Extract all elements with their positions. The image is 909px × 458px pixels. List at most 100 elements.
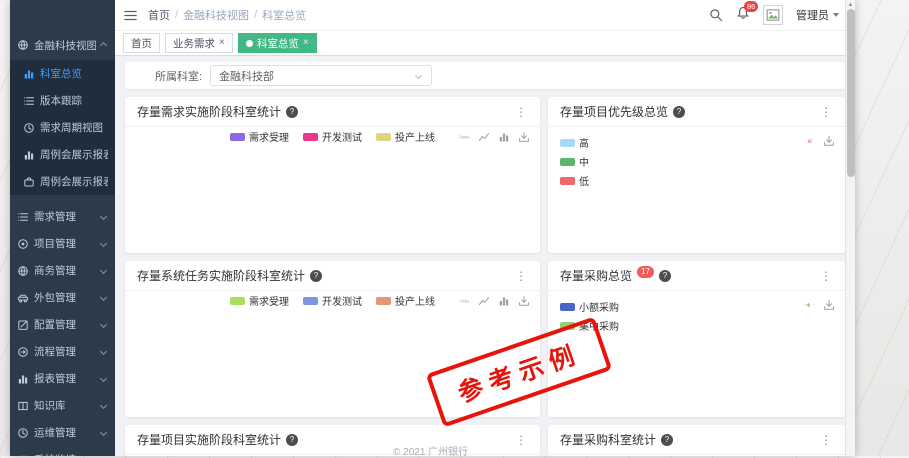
chart-toolbox: 010203040506070数量数据管理室121核心业务开发室62222渠道业…: [458, 131, 530, 143]
svg-text:数量: 数量: [458, 135, 459, 137]
line-chart-toggle-icon[interactable]: [478, 295, 490, 307]
legend-item-开发测试[interactable]: 开发测试: [303, 293, 362, 308]
bar-chart-toggle-icon[interactable]: [498, 295, 510, 307]
chevron-down-icon: [100, 267, 107, 274]
chevron-up-icon: [100, 41, 107, 48]
chevron-down-icon: [100, 348, 107, 355]
svg-text:28: 28: [469, 300, 470, 301]
help-icon[interactable]: ?: [661, 434, 673, 446]
legend-item-需求受理[interactable]: 需求受理: [230, 129, 289, 144]
car-icon: [17, 292, 29, 304]
more-menu-icon[interactable]: ⋮: [820, 433, 833, 447]
help-icon[interactable]: ?: [286, 106, 298, 118]
chevron-down-icon: [100, 294, 107, 301]
bar-chart-toggle-icon[interactable]: [498, 131, 510, 143]
help-icon[interactable]: ?: [310, 270, 322, 282]
sidebar-item-配置管理[interactable]: 配置管理: [10, 311, 115, 338]
hamburger-icon[interactable]: [123, 8, 138, 23]
legend-item-投产上线[interactable]: 投产上线: [376, 129, 435, 144]
legend-item-需求受理[interactable]: 需求受理: [230, 293, 289, 308]
sidebar-item-流程管理[interactable]: 流程管理: [10, 338, 115, 365]
content: 所属科室: 金融科技部 存量需求实施阶段科室统计 ? ⋮ 需求受理开发测试投产上…: [115, 56, 855, 456]
sidebar-item-系统监控[interactable]: 系统监控: [10, 446, 115, 456]
sidebar-item-商务管理[interactable]: 商务管理: [10, 257, 115, 284]
scrollbar-thumb[interactable]: [847, 9, 855, 177]
sidebar-item-项目管理[interactable]: 项目管理: [10, 230, 115, 257]
bar-chart: [125, 143, 540, 253]
svg-text:1: 1: [459, 300, 460, 301]
sidebar-item-科室总览[interactable]: 科室总览: [10, 60, 115, 87]
download-icon[interactable]: [518, 295, 530, 307]
help-icon[interactable]: ?: [286, 434, 298, 446]
svg-text:120: 120: [458, 299, 459, 300]
svg-text:57: 57: [467, 300, 468, 301]
sidebar-item-知识库[interactable]: 知识库: [10, 392, 115, 419]
svg-text:17: 17: [469, 136, 470, 137]
more-menu-icon[interactable]: ⋮: [515, 433, 528, 447]
sidebar-menu: 需求管理项目管理商务管理外包管理配置管理流程管理报表管理知识库运维管理系统监控系…: [10, 203, 115, 456]
svg-text:52: 52: [464, 300, 465, 301]
sidebar-item-label: 科室总览: [40, 66, 108, 81]
clock-icon: [23, 122, 35, 134]
sidebar-item-版本跟踪[interactable]: 版本跟踪: [10, 87, 115, 114]
avatar[interactable]: [763, 5, 783, 25]
line-chart-toggle-icon[interactable]: [478, 131, 490, 143]
card-title: 存量采购总览: [560, 267, 632, 284]
breadcrumb-item[interactable]: 科室总览: [262, 7, 306, 23]
sidebar-group-fintech-view[interactable]: 金融科技视图: [10, 30, 115, 60]
process-icon: [17, 346, 29, 358]
breadcrumb-item[interactable]: 首页: [148, 7, 170, 23]
card-demand-stage-stats: 存量需求实施阶段科室统计 ? ⋮ 需求受理开发测试投产上线 0102030405…: [125, 97, 540, 253]
briefcase-icon: [23, 176, 35, 188]
sidebar-item-外包管理[interactable]: 外包管理: [10, 284, 115, 311]
search-icon[interactable]: [709, 8, 723, 22]
card-title: 存量采购科室统计: [560, 431, 656, 448]
help-icon[interactable]: ?: [659, 270, 671, 282]
clock-icon: [17, 427, 29, 439]
legend-item-开发测试[interactable]: 开发测试: [303, 129, 362, 144]
list-icon: [23, 95, 35, 107]
data-view-icon[interactable]: 0306090120150数量数据管理室150核心业务开发室134571渠道业务…: [458, 295, 470, 307]
tab-科室总览[interactable]: 科室总览×: [238, 33, 317, 53]
more-menu-icon[interactable]: ⋮: [820, 269, 833, 283]
sidebar-item-label: 报表管理: [34, 371, 96, 386]
legend-item-投产上线[interactable]: 投产上线: [376, 293, 435, 308]
sidebar-item-label: 配置管理: [34, 317, 96, 332]
notifications-button[interactable]: 86: [736, 6, 750, 25]
tab-首页[interactable]: 首页: [123, 33, 160, 53]
sidebar-item-label: 需求管理: [34, 209, 96, 224]
close-icon[interactable]: ×: [303, 38, 309, 48]
svg-text:90: 90: [459, 299, 460, 300]
user-menu[interactable]: 管理员: [796, 7, 839, 23]
more-menu-icon[interactable]: ⋮: [515, 105, 528, 119]
data-view-icon[interactable]: 010203040506070数量数据管理室121核心业务开发室62222渠道业…: [458, 131, 470, 143]
breadcrumb: 首页/金融科技视图/科室总览: [148, 7, 306, 23]
sidebar-item-需求周期视图[interactable]: 需求周期视图: [10, 114, 115, 141]
tab-业务需求[interactable]: 业务需求×: [165, 33, 233, 53]
sidebar-item-报表管理[interactable]: 报表管理: [10, 365, 115, 392]
close-icon[interactable]: ×: [219, 38, 225, 48]
sidebar-item-label: 版本跟踪: [40, 93, 108, 108]
book-icon: [17, 400, 29, 412]
svg-text:消费金融开发室: 消费金融开发室: [468, 137, 470, 140]
help-icon[interactable]: ?: [673, 106, 685, 118]
sidebar-item-周例会展示报表-项目[interactable]: 周例会展示报表-项目: [10, 141, 115, 168]
svg-text:数量: 数量: [458, 299, 459, 301]
sidebar-item-周例会展示报表-采购[interactable]: 周例会展示报表-采购: [10, 168, 115, 195]
scrollbar[interactable]: ▲: [845, 0, 855, 456]
download-icon[interactable]: [518, 131, 530, 143]
sidebar-item-label: 系统监控: [34, 452, 96, 456]
sidebar-item-运维管理[interactable]: 运维管理: [10, 419, 115, 446]
breadcrumb-item[interactable]: 金融科技视图: [183, 7, 249, 23]
more-menu-icon[interactable]: ⋮: [515, 269, 528, 283]
scroll-up-arrow[interactable]: ▲: [846, 0, 855, 9]
edit-icon: [17, 319, 29, 331]
sidebar-item-需求管理[interactable]: 需求管理: [10, 203, 115, 230]
svg-text:26: 26: [469, 300, 470, 301]
more-menu-icon[interactable]: ⋮: [820, 105, 833, 119]
globe-icon: [17, 39, 29, 51]
sidebar-item-label: 知识库: [34, 398, 96, 413]
svg-text:134: 134: [461, 299, 462, 300]
svg-text:81: 81: [463, 299, 464, 300]
department-select[interactable]: 金融科技部: [210, 65, 432, 86]
